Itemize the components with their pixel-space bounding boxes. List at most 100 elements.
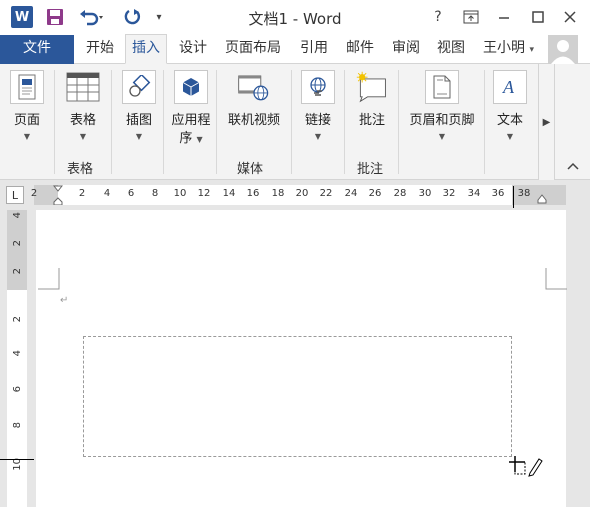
- chevron-down-icon: ▼: [79, 132, 87, 141]
- comment-icon: [355, 70, 389, 104]
- ribbon-tab-bar: 文件 开始 插入 设计 页面布局 引用 邮件 审阅 视图 王小明 ▾: [0, 34, 590, 64]
- tab-mailings[interactable]: 邮件: [341, 35, 379, 64]
- ruler-number: 8: [12, 422, 23, 429]
- ruler-number: 32: [442, 188, 456, 199]
- group-divider: [163, 70, 164, 174]
- pages-button[interactable]: 页面 ▼: [9, 70, 45, 141]
- ruler-number: 16: [246, 188, 260, 199]
- apps-label: 应用程序 ▼: [171, 112, 210, 149]
- apps-label-line2: 序: [179, 131, 193, 146]
- ruler-number: 8: [151, 188, 159, 199]
- tab-view[interactable]: 视图: [432, 35, 470, 64]
- group-divider: [344, 70, 345, 174]
- ruler-number: 36: [491, 188, 505, 199]
- illustrations-button[interactable]: 插图 ▼: [120, 70, 158, 141]
- tab-home[interactable]: 开始: [82, 35, 118, 64]
- table-button[interactable]: 表格 ▼: [64, 70, 102, 141]
- chevron-down-icon: ▼: [23, 132, 31, 141]
- comment-label: 批注: [358, 113, 385, 128]
- drawing-textbox[interactable]: [83, 336, 512, 457]
- undo-icon[interactable]: [79, 5, 105, 29]
- vertical-ruler[interactable]: 4 2 2 2 4 6 8 10: [7, 210, 27, 507]
- tab-page-layout[interactable]: 页面布局: [220, 35, 286, 64]
- links-label: 链接: [304, 113, 331, 128]
- tab-file[interactable]: 文件: [0, 35, 74, 64]
- illustrations-icon: [122, 70, 156, 104]
- text-label: 文本: [496, 113, 523, 128]
- ribbon: 页面 ▼ 表格 ▼ 表格 插图 ▼ 应用程序 ▼ 联机视频 媒体 链接 ▼ 批注…: [0, 64, 590, 180]
- apps-button[interactable]: 应用程序 ▼: [168, 70, 214, 149]
- pages-label: 页面: [13, 113, 40, 128]
- chevron-down-icon: ▼: [438, 132, 446, 141]
- ruler-number: 4: [12, 350, 23, 357]
- close-icon[interactable]: [559, 6, 581, 28]
- text-button[interactable]: A 文本 ▼: [491, 70, 529, 141]
- group-label-tables: 表格: [67, 162, 94, 177]
- redo-icon[interactable]: [124, 5, 142, 29]
- ruler-margin-top: [7, 210, 27, 290]
- svg-text:A: A: [502, 77, 515, 97]
- vertical-scrollbar[interactable]: [566, 210, 590, 507]
- ribbon-display-icon[interactable]: [460, 6, 482, 28]
- group-divider: [484, 70, 485, 174]
- draw-cursor-icon: [509, 456, 543, 477]
- ruler-position-indicator: [513, 186, 514, 208]
- tab-insert[interactable]: 插入: [125, 34, 167, 64]
- ruler-position-indicator: [0, 459, 34, 460]
- ruler-number: 12: [197, 188, 211, 199]
- chevron-down-icon: ▼: [506, 132, 514, 141]
- ruler-number: 2: [12, 268, 23, 275]
- group-divider: [291, 70, 292, 174]
- indent-marker-icon[interactable]: [53, 185, 63, 205]
- ruler-number: 4: [12, 212, 23, 219]
- text-icon: A: [493, 70, 527, 104]
- ruler-number: 22: [319, 188, 333, 199]
- ruler-number: 30: [418, 188, 432, 199]
- ruler-number: 26: [368, 188, 382, 199]
- ruler-number: 20: [295, 188, 309, 199]
- save-icon[interactable]: [46, 5, 64, 29]
- table-icon: [66, 70, 100, 104]
- paragraph-mark: ↵: [60, 295, 69, 306]
- group-label-media: 媒体: [237, 162, 264, 177]
- customize-icon[interactable]: ▾: [153, 5, 165, 29]
- right-indent-marker-icon[interactable]: [537, 194, 547, 204]
- user-account[interactable]: 王小明 ▾: [483, 35, 534, 64]
- horizontal-ruler-area: L 2 2 4 6 8 10 12 14 16 18 20 22 24 26 28 30 32 34 36 38: [0, 180, 590, 210]
- ruler-number: 34: [467, 188, 481, 199]
- help-icon[interactable]: ?: [427, 6, 449, 28]
- margin-corner-mark: [545, 268, 567, 290]
- group-divider: [398, 70, 399, 174]
- online-video-button[interactable]: 联机视频: [222, 70, 286, 130]
- ruler-number: 2: [12, 240, 23, 247]
- chevron-down-icon: ▼: [314, 132, 322, 141]
- links-button[interactable]: 链接 ▼: [299, 70, 337, 141]
- collapse-ribbon-icon[interactable]: [567, 160, 579, 173]
- ruler-number: 2: [30, 188, 38, 199]
- ruler-number: 10: [173, 188, 187, 199]
- ribbon-scroll-right-icon[interactable]: ▶: [538, 64, 555, 180]
- title-bar: W ▾ 文档1 - Word ?: [0, 0, 590, 35]
- user-dropdown-icon: ▾: [529, 45, 534, 55]
- minimize-icon[interactable]: [493, 6, 515, 28]
- group-divider: [111, 70, 112, 174]
- apps-label-line1: 应用程: [171, 113, 211, 128]
- header-footer-button[interactable]: 页眉和页脚 ▼: [404, 70, 480, 141]
- ruler-number: 2: [12, 316, 23, 323]
- tab-selector[interactable]: L: [6, 186, 24, 204]
- avatar[interactable]: [548, 35, 578, 64]
- user-name: 王小明: [483, 40, 525, 56]
- word-logo-icon[interactable]: W: [11, 6, 33, 28]
- tab-review[interactable]: 审阅: [387, 35, 425, 64]
- maximize-icon[interactable]: [527, 6, 549, 28]
- margin-corner-mark: [38, 268, 60, 290]
- group-divider: [54, 70, 55, 174]
- apps-icon: [174, 70, 208, 104]
- page-icon: [10, 70, 44, 104]
- horizontal-ruler[interactable]: 2 2 4 6 8 10 12 14 16 18 20 22 24 26 28 30 32 34 36 38: [30, 185, 566, 205]
- comment-button[interactable]: 批注: [352, 70, 392, 130]
- online-video-icon: [237, 70, 271, 104]
- tab-design[interactable]: 设计: [174, 35, 212, 64]
- online-video-label: 联机视频: [227, 113, 280, 128]
- tab-references[interactable]: 引用: [295, 35, 333, 64]
